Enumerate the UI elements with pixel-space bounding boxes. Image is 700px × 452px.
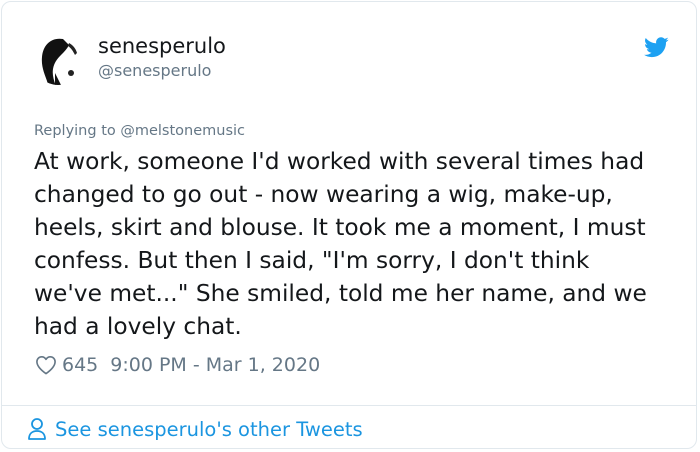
tweet-text-line: heels, skirt and blouse. It took me a mo… [34,214,646,241]
tweet-text-line: At work, someone I'd worked with several… [34,148,645,175]
person-icon [28,418,46,440]
tweet-card: senesperulo @senesperulo Replying to @me… [1,1,697,449]
tweet-text-line: confess. But then I said, "I'm sorry, I … [34,247,590,274]
replying-to: Replying to @melstonemusic [34,122,245,140]
handle[interactable]: @senesperulo [98,61,211,81]
tweet-text: At work, someone I'd worked with several… [34,145,684,343]
display-name[interactable]: senesperulo [98,33,226,59]
like-count[interactable]: 645 [62,354,98,376]
divider [2,405,696,406]
tweet-meta: 645 9:00 PM - Mar 1, 2020 [35,352,320,378]
avatar[interactable] [33,33,83,89]
heart-icon[interactable] [35,355,57,375]
see-other-tweets-link[interactable]: See senesperulo's other Tweets [27,415,363,443]
tweet-text-line: changed to go out - now wearing a wig, m… [34,181,613,208]
timestamp[interactable]: 9:00 PM - Mar 1, 2020 [110,354,320,376]
reply-mention-link[interactable]: @melstonemusic [120,123,245,139]
see-other-tweets-label[interactable]: See senesperulo's other Tweets [55,418,363,441]
tweet-text-line: had a lovely chat. [34,313,242,340]
tweet-text-line: we've met..." She smiled, told me her na… [34,280,647,307]
twitter-bird-icon[interactable] [644,37,669,58]
replying-to-label: Replying to [34,123,116,139]
